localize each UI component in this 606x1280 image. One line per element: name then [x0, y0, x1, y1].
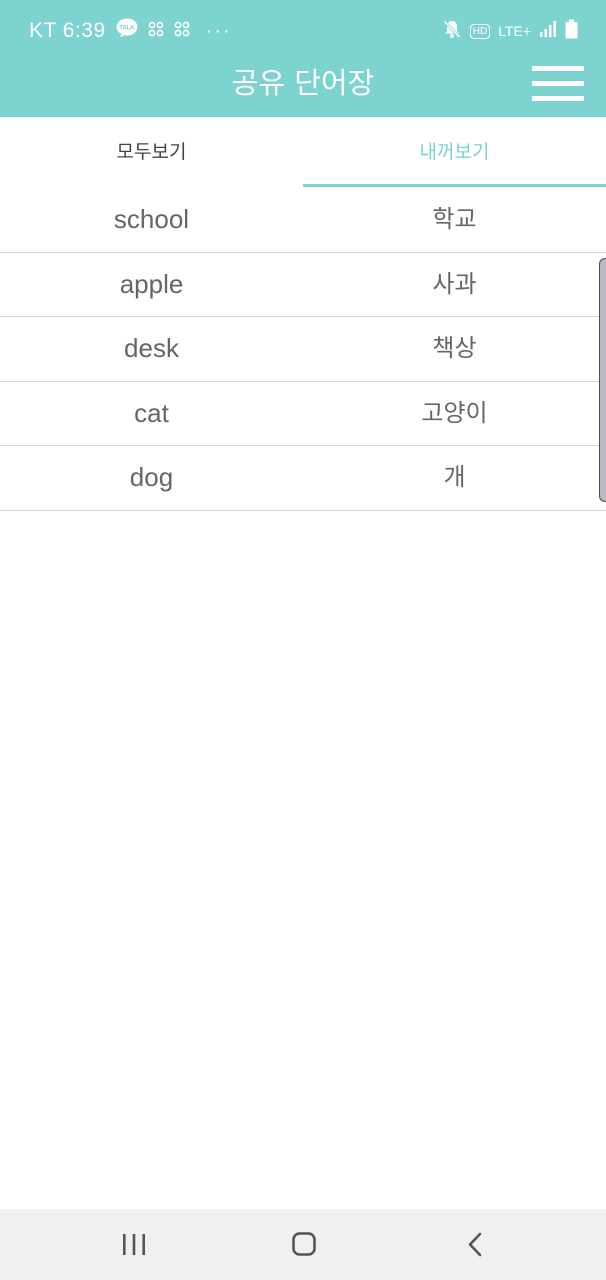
- word-list[interactable]: school 학교 apple 사과 desk 책상 cat 고양이 dog 개: [0, 188, 606, 511]
- status-bar: KT 6:39 TALK ··· HD LTE+: [0, 0, 606, 62]
- recent-apps-icon[interactable]: [114, 1231, 154, 1259]
- back-icon[interactable]: [455, 1231, 495, 1259]
- word-text: cat: [134, 397, 169, 428]
- list-item[interactable]: cat 고양이: [0, 382, 606, 446]
- notification-icon: [174, 19, 190, 43]
- tab-view-mine[interactable]: 내꺼보기: [303, 117, 606, 188]
- meaning-text: 개: [443, 463, 466, 491]
- meaning-text: 고양이: [421, 398, 488, 427]
- carrier-time: KT 6:39: [29, 19, 106, 42]
- mute-icon: [442, 19, 462, 43]
- list-item[interactable]: desk 책상: [0, 317, 606, 382]
- hamburger-menu-icon[interactable]: [532, 66, 584, 102]
- battery-icon: [565, 19, 578, 43]
- word-text: desk: [124, 333, 179, 363]
- tab-view-all[interactable]: 모두보기: [0, 117, 303, 188]
- list-item[interactable]: apple 사과: [0, 253, 606, 317]
- meaning-text: 학교: [432, 205, 477, 233]
- kakaotalk-icon: TALK: [116, 18, 138, 44]
- word-text: apple: [119, 268, 184, 299]
- tab-selected-indicator: [303, 184, 606, 187]
- system-navigation-bar: [0, 1209, 606, 1280]
- word-text: dog: [129, 462, 174, 492]
- list-item[interactable]: school 학교: [0, 188, 606, 253]
- kakaotalk-badge-text: TALK: [119, 26, 135, 32]
- meaning-text: 사과: [432, 269, 477, 298]
- signal-icon: [539, 20, 557, 42]
- tab-bar: 모두보기 내꺼보기: [0, 117, 606, 188]
- home-icon[interactable]: [284, 1231, 324, 1259]
- page-title: 공유 단어장: [231, 66, 375, 100]
- list-item[interactable]: dog 개: [0, 446, 606, 511]
- more-notifications-dots: ···: [205, 19, 232, 42]
- notification-icon: [148, 19, 164, 43]
- word-text: school: [113, 204, 190, 234]
- meaning-text: 책상: [432, 334, 477, 362]
- scrollbar[interactable]: [599, 258, 606, 502]
- app-bar: KT 6:39 TALK ··· HD LTE+ 공유 단어장: [0, 0, 606, 117]
- network-type: LTE+: [498, 23, 531, 39]
- hd-voice-badge: HD: [469, 23, 491, 39]
